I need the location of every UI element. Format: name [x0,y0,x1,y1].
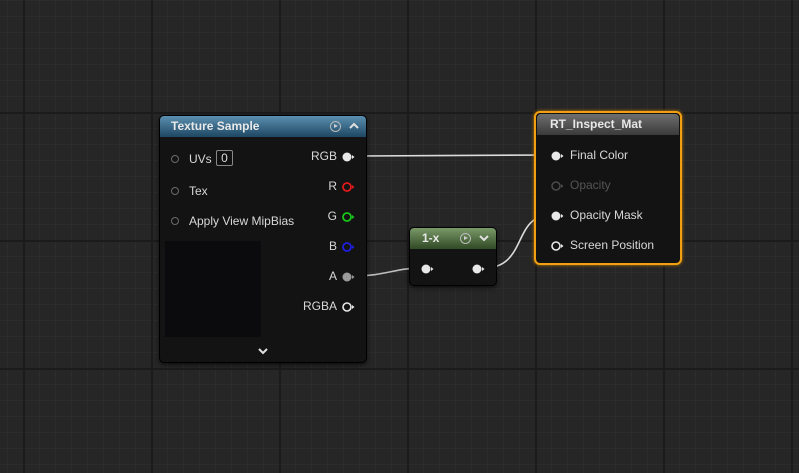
a-output-pin[interactable] [341,271,355,283]
uvs-label: UVs [189,152,212,166]
one-minus-output-pin[interactable] [471,263,485,275]
apply-view-mipbias-label: Apply View MipBias [189,214,295,228]
opacity-input-pin[interactable] [550,180,564,192]
b-output-pin[interactable] [341,241,355,253]
collapse-chevron-down-icon[interactable] [477,230,491,246]
node-title: 1-x [422,231,440,245]
material-result-header[interactable]: RT_Inspect_Mat [537,114,679,135]
expand-advanced-chevron-down-icon[interactable] [256,344,270,360]
texture-sample-node[interactable]: Texture Sample UVs 0 Tex Apply View MipB… [159,115,367,363]
final-color-input-pin[interactable] [550,150,564,162]
material-result-node[interactable]: RT_Inspect_Mat Final Color Opacity Opaci… [534,111,682,265]
wire-rgb-to-final-color[interactable] [354,154,551,157]
opacity-mask-label: Opacity Mask [570,208,643,222]
apply-view-mipbias-input-pin[interactable] [171,217,179,225]
screen-position-input-pin[interactable] [550,240,564,252]
tex-input-pin[interactable] [171,187,179,195]
g-label: G [327,209,337,223]
a-label: A [328,269,337,283]
rgba-output-pin[interactable] [341,301,355,313]
texture-preview-thumbnail [165,241,261,337]
r-output-pin[interactable] [341,181,355,193]
r-label: R [328,179,337,193]
tex-label: Tex [189,184,208,198]
node-title: RT_Inspect_Mat [550,117,643,131]
preview-toggle-icon[interactable] [460,233,471,244]
one-minus-input-pin[interactable] [420,263,434,275]
one-minus-node[interactable]: 1-x [409,227,497,286]
material-graph-canvas[interactable]: Texture Sample UVs 0 Tex Apply View MipB… [0,0,799,473]
preview-toggle-icon[interactable] [330,121,341,132]
rgb-output-pin[interactable] [341,151,355,163]
opacity-mask-input-pin[interactable] [550,210,564,222]
uvs-input-pin[interactable] [171,155,179,163]
rgba-label: RGBA [302,299,337,313]
b-label: B [328,239,337,253]
final-color-label: Final Color [570,148,629,162]
screen-position-label: Screen Position [570,238,655,252]
rgb-label: RGB [310,149,337,163]
opacity-label: Opacity [570,178,611,192]
uvs-index-field[interactable]: 0 [216,150,233,166]
node-title: Texture Sample [171,119,260,133]
g-output-pin[interactable] [341,211,355,223]
collapse-chevron-up-icon[interactable] [347,118,361,134]
